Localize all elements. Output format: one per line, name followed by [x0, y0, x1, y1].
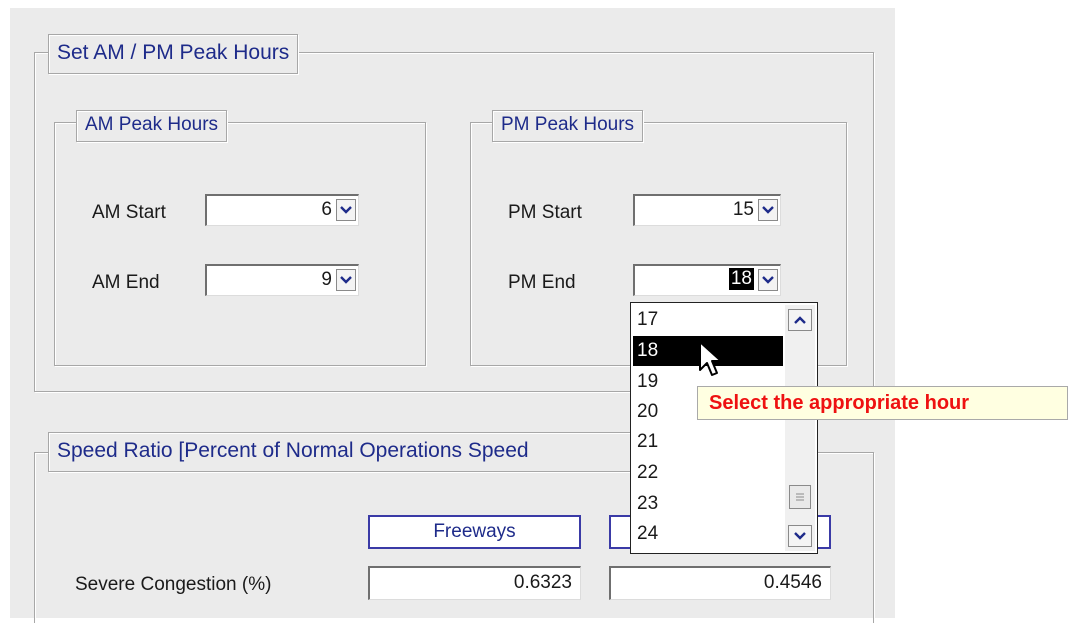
speed-ratio-title: Speed Ratio [Percent of Normal Operation… — [48, 432, 632, 472]
chevron-down-icon[interactable] — [336, 199, 356, 221]
pm-end-label: PM End — [508, 272, 576, 293]
severe-congestion-freeways-field[interactable]: 0.6323 — [368, 566, 581, 600]
am-peak-title: AM Peak Hours — [76, 110, 228, 142]
severe-congestion-second-field[interactable]: 0.4546 — [609, 566, 831, 600]
freeways-column-header: Freeways — [368, 515, 581, 549]
severe-congestion-label: Severe Congestion (%) — [75, 574, 272, 595]
pm-start-select[interactable]: 15 — [633, 194, 781, 226]
dropdown-option[interactable]: 22 — [633, 458, 783, 488]
pm-end-value: 18 — [728, 268, 754, 290]
chevron-up-icon[interactable] — [788, 309, 812, 331]
dropdown-option[interactable]: 21 — [633, 427, 783, 457]
am-start-label: AM Start — [92, 202, 166, 223]
am-start-value: 6 — [321, 199, 332, 220]
chevron-down-icon[interactable] — [758, 269, 778, 291]
dropdown-option[interactable]: 23 — [633, 489, 783, 519]
dropdown-option[interactable]: 17 — [633, 305, 783, 335]
chevron-down-icon[interactable] — [788, 525, 812, 547]
pm-end-select[interactable]: 18 — [633, 264, 781, 296]
am-peak-group — [54, 122, 426, 366]
am-end-value: 9 — [321, 269, 332, 290]
am-end-label: AM End — [92, 272, 160, 293]
mouse-pointer-icon — [699, 341, 722, 376]
chevron-down-icon[interactable] — [758, 199, 778, 221]
select-hour-tooltip: Select the appropriate hour — [697, 386, 1068, 420]
am-end-select[interactable]: 9 — [205, 264, 359, 296]
pm-start-label: PM Start — [508, 202, 582, 223]
peak-hours-title: Set AM / PM Peak Hours — [48, 34, 299, 74]
pm-peak-title: PM Peak Hours — [492, 110, 644, 142]
dropdown-option[interactable]: 24 — [633, 519, 783, 549]
pm-end-dropdown-list[interactable]: 17 18 19 20 21 22 23 24 — [630, 302, 818, 554]
pm-start-value: 15 — [732, 199, 754, 220]
am-start-select[interactable]: 6 — [205, 194, 359, 226]
grip-icon — [796, 493, 804, 501]
scrollbar-thumb[interactable] — [789, 485, 811, 509]
dropdown-scrollbar[interactable] — [785, 305, 815, 551]
chevron-down-icon[interactable] — [336, 269, 356, 291]
